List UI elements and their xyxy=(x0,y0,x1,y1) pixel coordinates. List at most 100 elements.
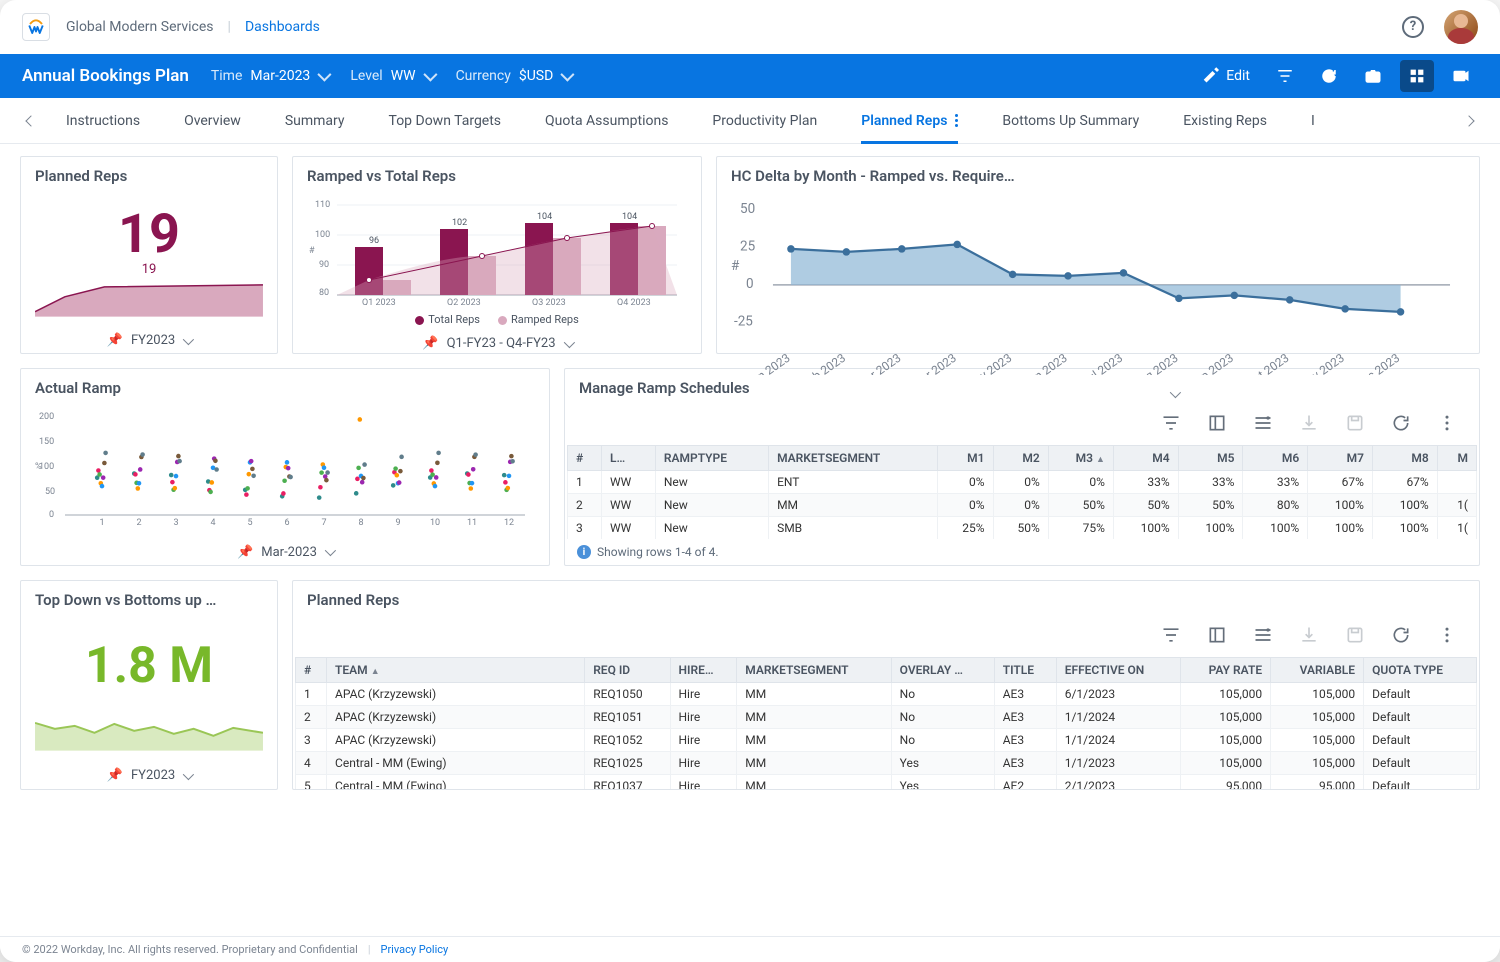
column-header[interactable]: REQ ID xyxy=(585,658,670,683)
table-row[interactable]: 1APAC (Krzyzewski)REQ1050HireMMNoAE36/1/… xyxy=(296,683,1477,706)
column-header[interactable]: M3▲ xyxy=(1048,446,1113,471)
tab-overview[interactable]: Overview xyxy=(184,98,241,144)
card-footer[interactable]: 📌Q1-FY23 - Q4-FY23 xyxy=(293,334,701,353)
breadcrumb-page[interactable]: Dashboards xyxy=(245,19,320,35)
filter-level[interactable]: Level WW xyxy=(350,68,433,84)
kebab-icon[interactable] xyxy=(1437,625,1457,645)
card-footer[interactable]: 📌FY2023 xyxy=(21,329,277,353)
column-header[interactable]: M xyxy=(1437,446,1476,471)
table-row[interactable]: 1WWNewENT0%0%0%33%33%33%67%67% xyxy=(568,471,1477,494)
column-header[interactable]: M6 xyxy=(1243,446,1308,471)
filter-icon[interactable] xyxy=(1161,625,1181,645)
column-header[interactable]: EFFECTIVE ON xyxy=(1056,658,1180,683)
tab-scroll-left[interactable] xyxy=(20,110,42,132)
tab-bottoms-up-summary[interactable]: Bottoms Up Summary xyxy=(1002,98,1139,144)
column-header[interactable]: M7 xyxy=(1308,446,1373,471)
svg-text:110: 110 xyxy=(315,200,330,210)
tab-summary[interactable]: Summary xyxy=(285,98,345,144)
tab-planned-reps[interactable]: Planned Reps xyxy=(861,98,958,144)
tab-top-down-targets[interactable]: Top Down Targets xyxy=(389,98,502,144)
column-icon[interactable] xyxy=(1207,625,1227,645)
column-header[interactable]: OVERLAY … xyxy=(891,658,994,683)
column-header[interactable]: M4 xyxy=(1113,446,1178,471)
pin-icon: 📌 xyxy=(107,768,123,783)
kpi-sub: 19 xyxy=(35,262,263,277)
tab-existing-reps[interactable]: Existing Reps xyxy=(1183,98,1267,144)
card-footer[interactable]: 📌Mar-2023 xyxy=(21,539,549,565)
breadcrumb-org[interactable]: Global Modern Services xyxy=(66,19,214,35)
column-header[interactable]: L… xyxy=(602,446,656,471)
column-header[interactable]: TITLE xyxy=(994,658,1056,683)
planned-reps-table[interactable]: #TEAM▲REQ IDHIRE…MARKETSEGMENTOVERLAY …T… xyxy=(295,657,1477,789)
scatter-chart: 200 150 100 50 0 % 123456789101112 xyxy=(35,407,535,527)
filter-icon[interactable] xyxy=(1161,413,1181,433)
table-info: iShowing rows 1-4 of 4. xyxy=(565,539,1479,565)
breadcrumb: Global Modern Services | Dashboards xyxy=(66,19,320,35)
tab-instructions[interactable]: Instructions xyxy=(66,98,140,144)
chart-legend: Total Reps Ramped Reps xyxy=(307,313,687,326)
edit-button[interactable]: Edit xyxy=(1194,60,1258,92)
table-row[interactable]: 2APAC (Krzyzewski)REQ1051HireMMNoAE31/1/… xyxy=(296,706,1477,729)
filter-icon[interactable] xyxy=(1268,60,1302,92)
refresh-icon[interactable] xyxy=(1391,413,1411,433)
svg-text:Q2 2023: Q2 2023 xyxy=(447,298,481,305)
tab-quota-assumptions[interactable]: Quota Assumptions xyxy=(545,98,668,144)
column-header[interactable]: RAMPTYPE xyxy=(655,446,768,471)
chevron-down-icon xyxy=(183,334,194,345)
tab-productivity-plan[interactable]: Productivity Plan xyxy=(712,98,817,144)
column-header[interactable]: VARIABLE xyxy=(1271,658,1364,683)
settings-icon[interactable] xyxy=(1253,625,1273,645)
svg-text:2: 2 xyxy=(136,518,141,527)
column-header[interactable]: M1 xyxy=(938,446,993,471)
help-icon[interactable]: ? xyxy=(1402,16,1424,38)
svg-text:#: # xyxy=(731,258,740,274)
svg-text:1: 1 xyxy=(99,518,104,527)
card-title: Planned Reps xyxy=(293,581,1479,615)
column-header[interactable]: QUOTA TYPE xyxy=(1364,658,1477,683)
avatar[interactable] xyxy=(1444,10,1478,44)
chevron-down-icon xyxy=(563,336,574,347)
svg-text:Aug 2023: Aug 2023 xyxy=(1131,351,1181,375)
present-icon[interactable] xyxy=(1444,60,1478,92)
svg-text:Q1 2023: Q1 2023 xyxy=(362,298,396,305)
ramp-schedule-table[interactable]: #L…RAMPTYPEMARKETSEGMENTM1M2M3▲M4M5M6M7M… xyxy=(567,445,1477,539)
kebab-icon[interactable] xyxy=(1437,413,1457,433)
column-header[interactable]: # xyxy=(568,446,602,471)
settings-icon[interactable] xyxy=(1253,413,1273,433)
refresh-icon[interactable] xyxy=(1391,625,1411,645)
table-row[interactable]: 2WWNewMM0%0%50%50%50%80%100%100%1( xyxy=(568,494,1477,517)
privacy-link[interactable]: Privacy Policy xyxy=(381,943,449,956)
svg-text:Feb 2023: Feb 2023 xyxy=(800,351,849,375)
column-header[interactable]: # xyxy=(296,658,327,683)
table-row[interactable]: 3APAC (Krzyzewski)REQ1052HireMMNoAE31/1/… xyxy=(296,729,1477,752)
kebab-icon[interactable] xyxy=(955,114,958,127)
grid-view-icon[interactable] xyxy=(1400,60,1434,92)
column-header[interactable]: M2 xyxy=(993,446,1048,471)
chevron-down-icon xyxy=(183,769,194,780)
filter-currency[interactable]: Currency $USD xyxy=(456,68,572,84)
column-icon[interactable] xyxy=(1207,413,1227,433)
column-header[interactable]: M5 xyxy=(1178,446,1243,471)
column-header[interactable]: M8 xyxy=(1372,446,1437,471)
column-header[interactable]: MARKETSEGMENT xyxy=(769,446,938,471)
camera-icon[interactable] xyxy=(1356,60,1390,92)
page-title: Annual Bookings Plan xyxy=(22,66,189,86)
svg-text:150: 150 xyxy=(39,437,54,447)
refresh-icon[interactable] xyxy=(1312,60,1346,92)
column-header[interactable]: MARKETSEGMENT xyxy=(737,658,891,683)
table-row[interactable]: 3WWNewSMB25%50%75%100%100%100%100%100%1( xyxy=(568,517,1477,540)
sparkline-chart xyxy=(35,711,263,751)
table-row[interactable]: 4Central - MM (Ewing)REQ1025HireMMYesAE3… xyxy=(296,752,1477,775)
column-header[interactable]: HIRE… xyxy=(670,658,737,683)
svg-text:Jul 2023: Jul 2023 xyxy=(1079,351,1125,375)
column-header[interactable]: TEAM▲ xyxy=(327,658,585,683)
tab-scroll-right[interactable] xyxy=(1458,110,1480,132)
tab-i[interactable]: I xyxy=(1311,98,1315,144)
filter-time[interactable]: Time Mar-2023 xyxy=(211,68,328,84)
table-row[interactable]: 5Central - MM (Ewing)REQ1037HireMMYesAE2… xyxy=(296,775,1477,790)
app-logo[interactable] xyxy=(22,13,50,41)
svg-text:96: 96 xyxy=(369,236,379,246)
card-footer[interactable]: 📌FY2023 xyxy=(21,763,277,789)
svg-text:50: 50 xyxy=(45,487,55,497)
column-header[interactable]: PAY RATE xyxy=(1180,658,1270,683)
